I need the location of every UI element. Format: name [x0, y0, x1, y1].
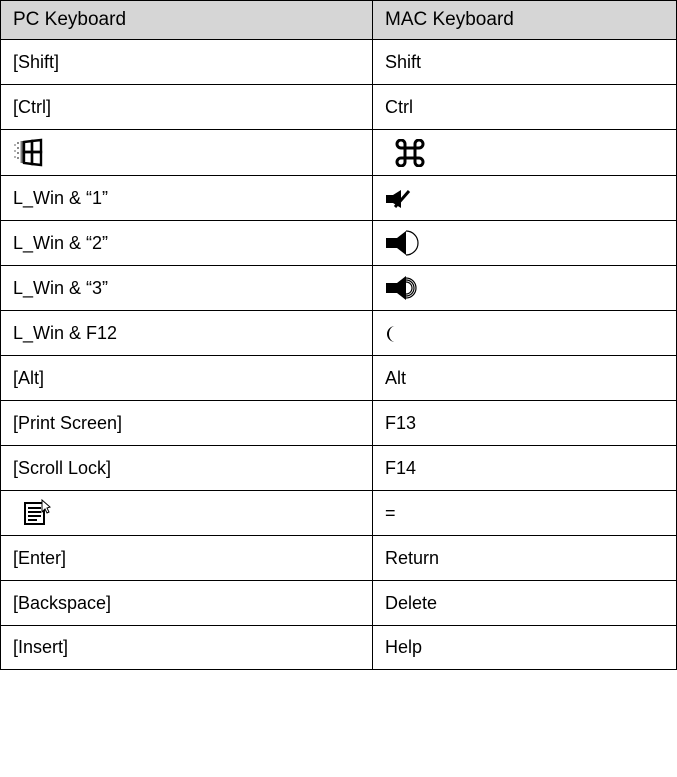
windows-logo-icon [13, 138, 43, 168]
header-mac-keyboard: MAC Keyboard [372, 0, 677, 40]
command-icon [395, 138, 425, 167]
mac-key-cell [372, 175, 677, 221]
mac-key-cell: Help [372, 625, 677, 670]
pc-key-cell: L_Win & “1” [0, 175, 373, 221]
table-row: L_Win & “2” [0, 220, 677, 266]
mac-key-cell: Delete [372, 580, 677, 626]
mute-icon [385, 189, 411, 209]
table-row: [Scroll Lock] F14 [0, 445, 677, 491]
pc-key-cell: [Ctrl] [0, 84, 373, 130]
pc-key-cell: L_Win & “2” [0, 220, 373, 266]
pc-key-cell: [Insert] [0, 625, 373, 670]
table-row: = [0, 490, 677, 536]
volume-up-icon [385, 275, 419, 301]
table-row: L_Win & F12 [0, 310, 677, 356]
mac-key-cell: Return [372, 535, 677, 581]
mac-key-cell: = [372, 490, 677, 536]
table-row: [Enter] Return [0, 535, 677, 581]
mac-key-cell: Shift [372, 39, 677, 85]
table-row: L_Win & “1” [0, 175, 677, 221]
table-row: [Insert] Help [0, 625, 677, 670]
table-row: [Ctrl] Ctrl [0, 84, 677, 130]
crescent-moon-icon [385, 325, 399, 343]
table-row: L_Win & “3” [0, 265, 677, 311]
volume-down-icon [385, 230, 419, 256]
application-menu-icon [23, 499, 51, 527]
mac-key-cell: Ctrl [372, 84, 677, 130]
table-row: [Backspace] Delete [0, 580, 677, 626]
table-row [0, 129, 677, 176]
mac-key-cell [372, 310, 677, 356]
mac-key-cell [372, 220, 677, 266]
table-row: [Alt] Alt [0, 355, 677, 401]
pc-key-cell: [Scroll Lock] [0, 445, 373, 491]
pc-key-cell: [Shift] [0, 39, 373, 85]
mac-key-cell: F14 [372, 445, 677, 491]
pc-key-cell: L_Win & F12 [0, 310, 373, 356]
table-row: [Shift] Shift [0, 39, 677, 85]
keyboard-mapping-table: PC Keyboard MAC Keyboard [Shift] Shift [… [0, 0, 677, 670]
pc-key-cell: [Enter] [0, 535, 373, 581]
mac-key-cell: Alt [372, 355, 677, 401]
pc-key-cell: [Print Screen] [0, 400, 373, 446]
mac-key-cell [372, 265, 677, 311]
table-row: [Print Screen] F13 [0, 400, 677, 446]
pc-key-cell [0, 129, 373, 176]
mac-key-cell: F13 [372, 400, 677, 446]
header-pc-keyboard: PC Keyboard [0, 0, 373, 40]
pc-key-cell [0, 490, 373, 536]
mac-key-cell [372, 129, 677, 176]
pc-key-cell: [Backspace] [0, 580, 373, 626]
header-row: PC Keyboard MAC Keyboard [0, 0, 677, 40]
pc-key-cell: [Alt] [0, 355, 373, 401]
pc-key-cell: L_Win & “3” [0, 265, 373, 311]
